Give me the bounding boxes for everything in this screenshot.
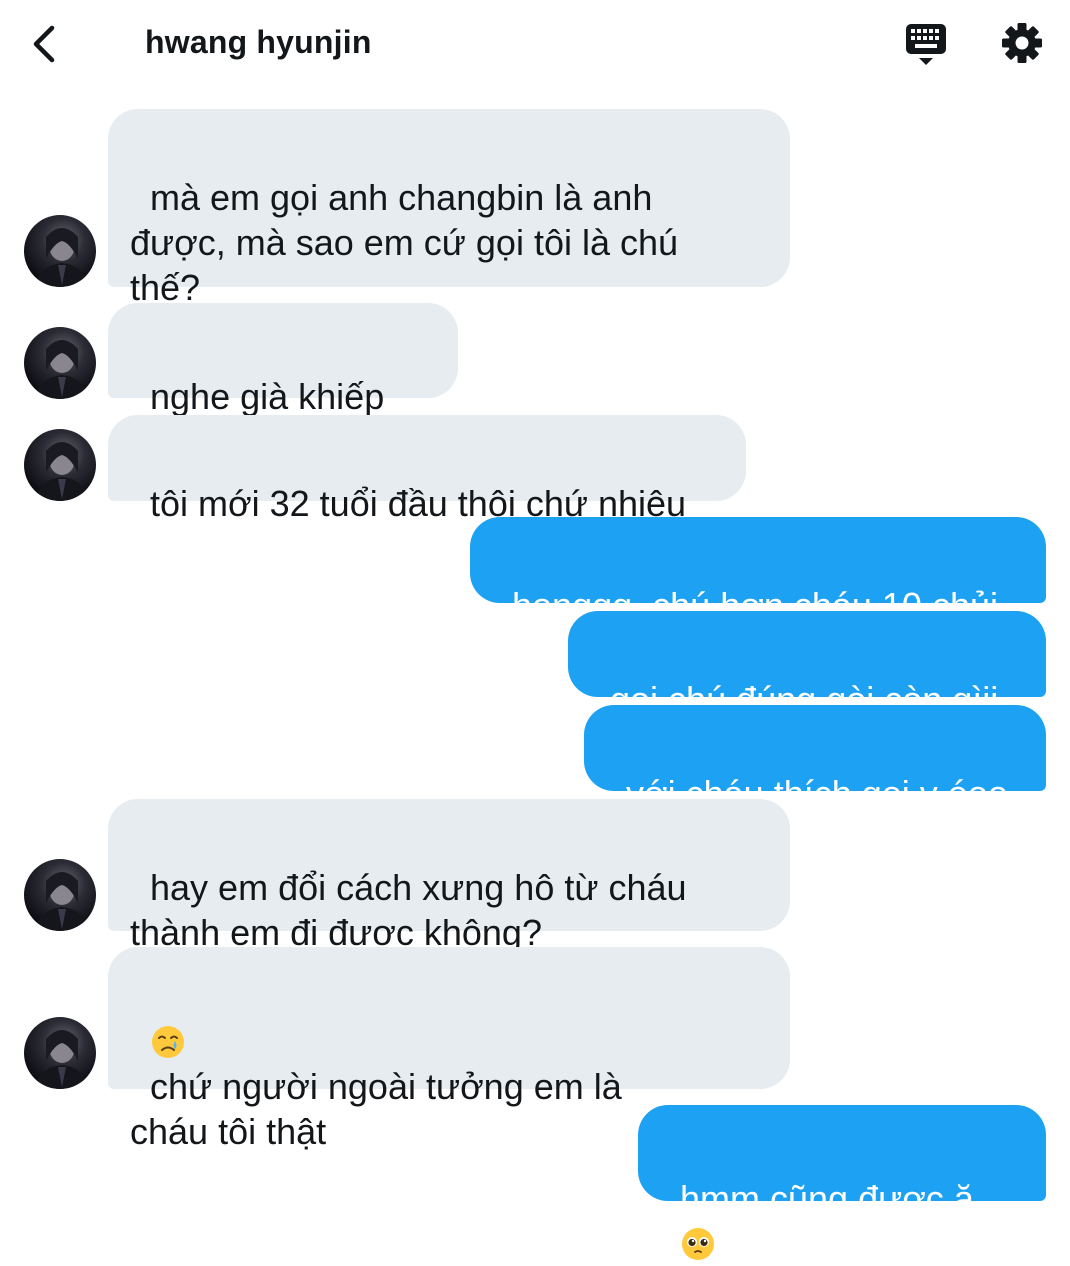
incoming-message-bubble[interactable]: mà em gọi anh changbin là anh được, mà s… — [108, 109, 790, 308]
settings-button[interactable] — [998, 19, 1046, 67]
message-text: chứ người ngoài tưởng em là cháu tôi thậ… — [130, 1066, 622, 1152]
keyboard-icon — [906, 24, 946, 65]
gear-icon — [1002, 23, 1042, 63]
incoming-message-bubble[interactable]: tôi mới 32 tuổi đầu thôi chứ nhiêu — [108, 415, 746, 524]
message-text: nghe già khiếp — [150, 376, 385, 417]
message-text: hay em đổi cách xưng hô từ cháu thành em… — [130, 867, 687, 953]
avatar[interactable] — [24, 1017, 96, 1089]
chevron-left-icon — [33, 25, 55, 63]
outgoing-message-bubble[interactable]: hmm cũng được ặ — [638, 1105, 1046, 1260]
message-text: hmm cũng được ặ — [680, 1178, 974, 1219]
crying-face-emoji-icon — [152, 1026, 185, 1058]
avatar-image — [34, 442, 90, 501]
avatar[interactable] — [24, 429, 96, 501]
pleading-face-emoji-icon — [682, 1228, 715, 1260]
outgoing-message-bubble[interactable]: gọi chú đúng gòi còn gìii — [568, 611, 1046, 720]
avatar[interactable] — [24, 327, 96, 399]
avatar-image — [34, 872, 90, 931]
avatar-image — [34, 1030, 90, 1089]
incoming-message-bubble[interactable]: hay em đổi cách xưng hô từ cháu thành em… — [108, 799, 790, 953]
conversation-title: hwang hyunjin — [145, 24, 372, 60]
avatar[interactable] — [24, 215, 96, 287]
avatar-image — [34, 340, 90, 399]
message-text: mà em gọi anh changbin là anh được, mà s… — [130, 177, 679, 308]
back-button[interactable] — [22, 20, 66, 68]
outgoing-message-bubble[interactable]: với cháu thích gọi v óoo — [584, 705, 1046, 814]
keyboard-toggle-button[interactable] — [900, 20, 952, 68]
incoming-message-bubble[interactable]: chứ người ngoài tưởng em là cháu tôi thậ… — [108, 947, 790, 1152]
incoming-message-bubble[interactable]: nghe già khiếp — [108, 303, 458, 458]
outgoing-message-bubble[interactable]: honggg, chú hơn cháu 10 chủi — [470, 517, 1046, 626]
avatar[interactable] — [24, 859, 96, 931]
avatar-image — [34, 228, 90, 287]
conversation-header: hwang hyunjin — [0, 0, 1070, 88]
